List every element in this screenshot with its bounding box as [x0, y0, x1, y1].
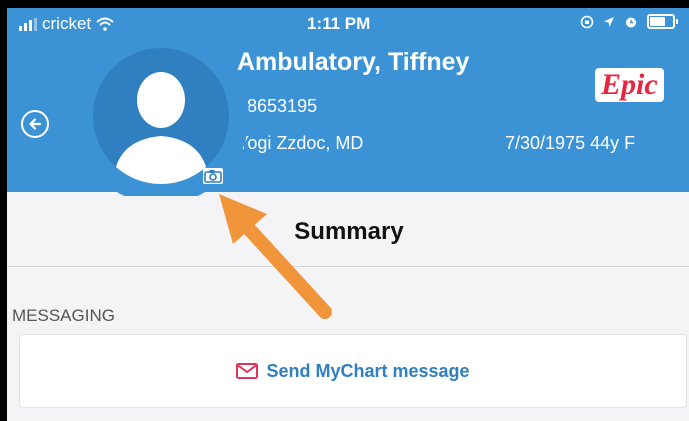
app-screen: cricket 1:11 PM Ambulatory, Tiffney 5865… — [7, 8, 689, 421]
annotation-arrow-icon — [219, 194, 332, 319]
image-border-left — [0, 0, 7, 421]
image-border-top — [0, 0, 689, 8]
